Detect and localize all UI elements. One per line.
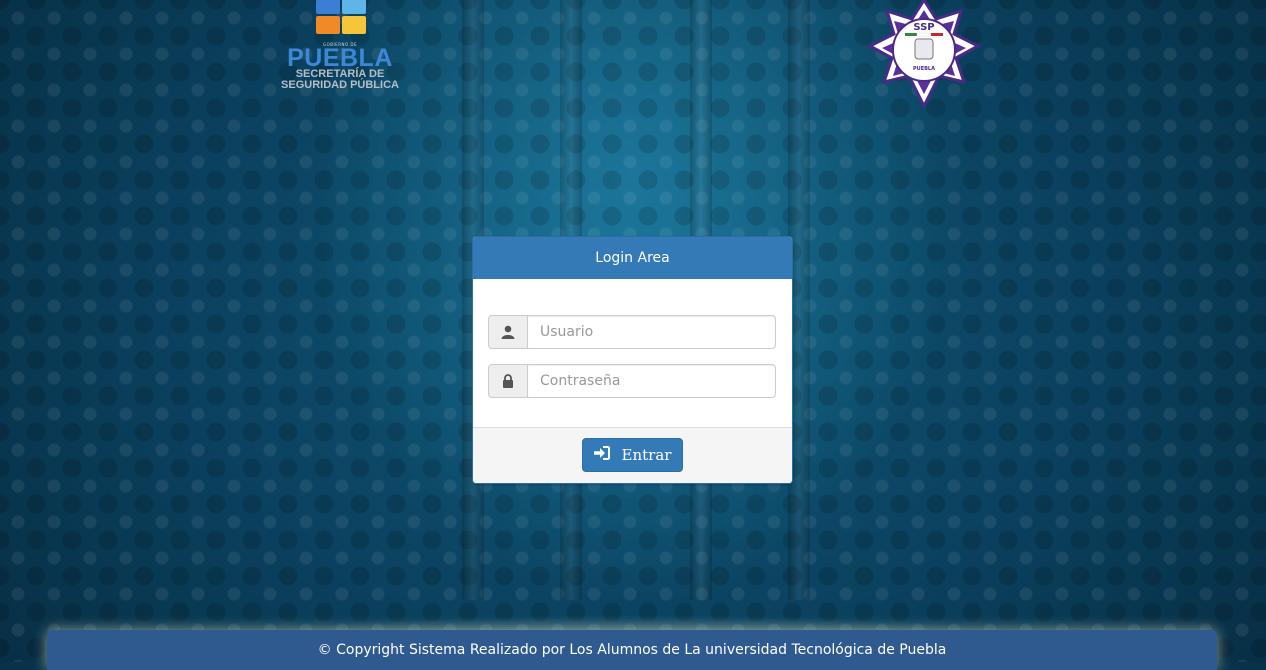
username-input[interactable] — [527, 315, 776, 349]
login-panel-body — [473, 279, 792, 427]
username-input-group — [488, 315, 776, 349]
police-star-badge-icon: SSP PUEBLA — [866, 0, 982, 110]
footer-bar: © Copyright Sistema Realizado por Los Al… — [47, 630, 1217, 670]
logo-subtitle-line2: SEGURIDAD PÚBLICA — [281, 79, 399, 91]
badge-bottom-text: PUEBLA — [913, 66, 935, 72]
login-panel-footer: Entrar — [473, 427, 792, 483]
password-input-group — [488, 364, 776, 398]
badge-top-text: SSP — [913, 22, 934, 33]
login-panel: Login Area Entrar — [472, 236, 793, 484]
puebla-ssp-logo: GOBIERNO DE PUEBLA SECRETARÍA DE SEGURID… — [278, 0, 402, 92]
footer-copyright-text: © Copyright Sistema Realizado por Los Al… — [317, 642, 947, 658]
login-panel-title: Login Area — [473, 237, 792, 279]
submit-button-label: Entrar — [621, 446, 672, 464]
user-icon — [488, 315, 527, 349]
password-input[interactable] — [527, 364, 776, 398]
sign-in-icon — [593, 446, 610, 464]
lock-icon — [488, 364, 527, 398]
submit-button[interactable]: Entrar — [582, 438, 683, 472]
cubes-logo-icon — [310, 0, 370, 40]
logo-title: PUEBLA — [287, 44, 393, 72]
